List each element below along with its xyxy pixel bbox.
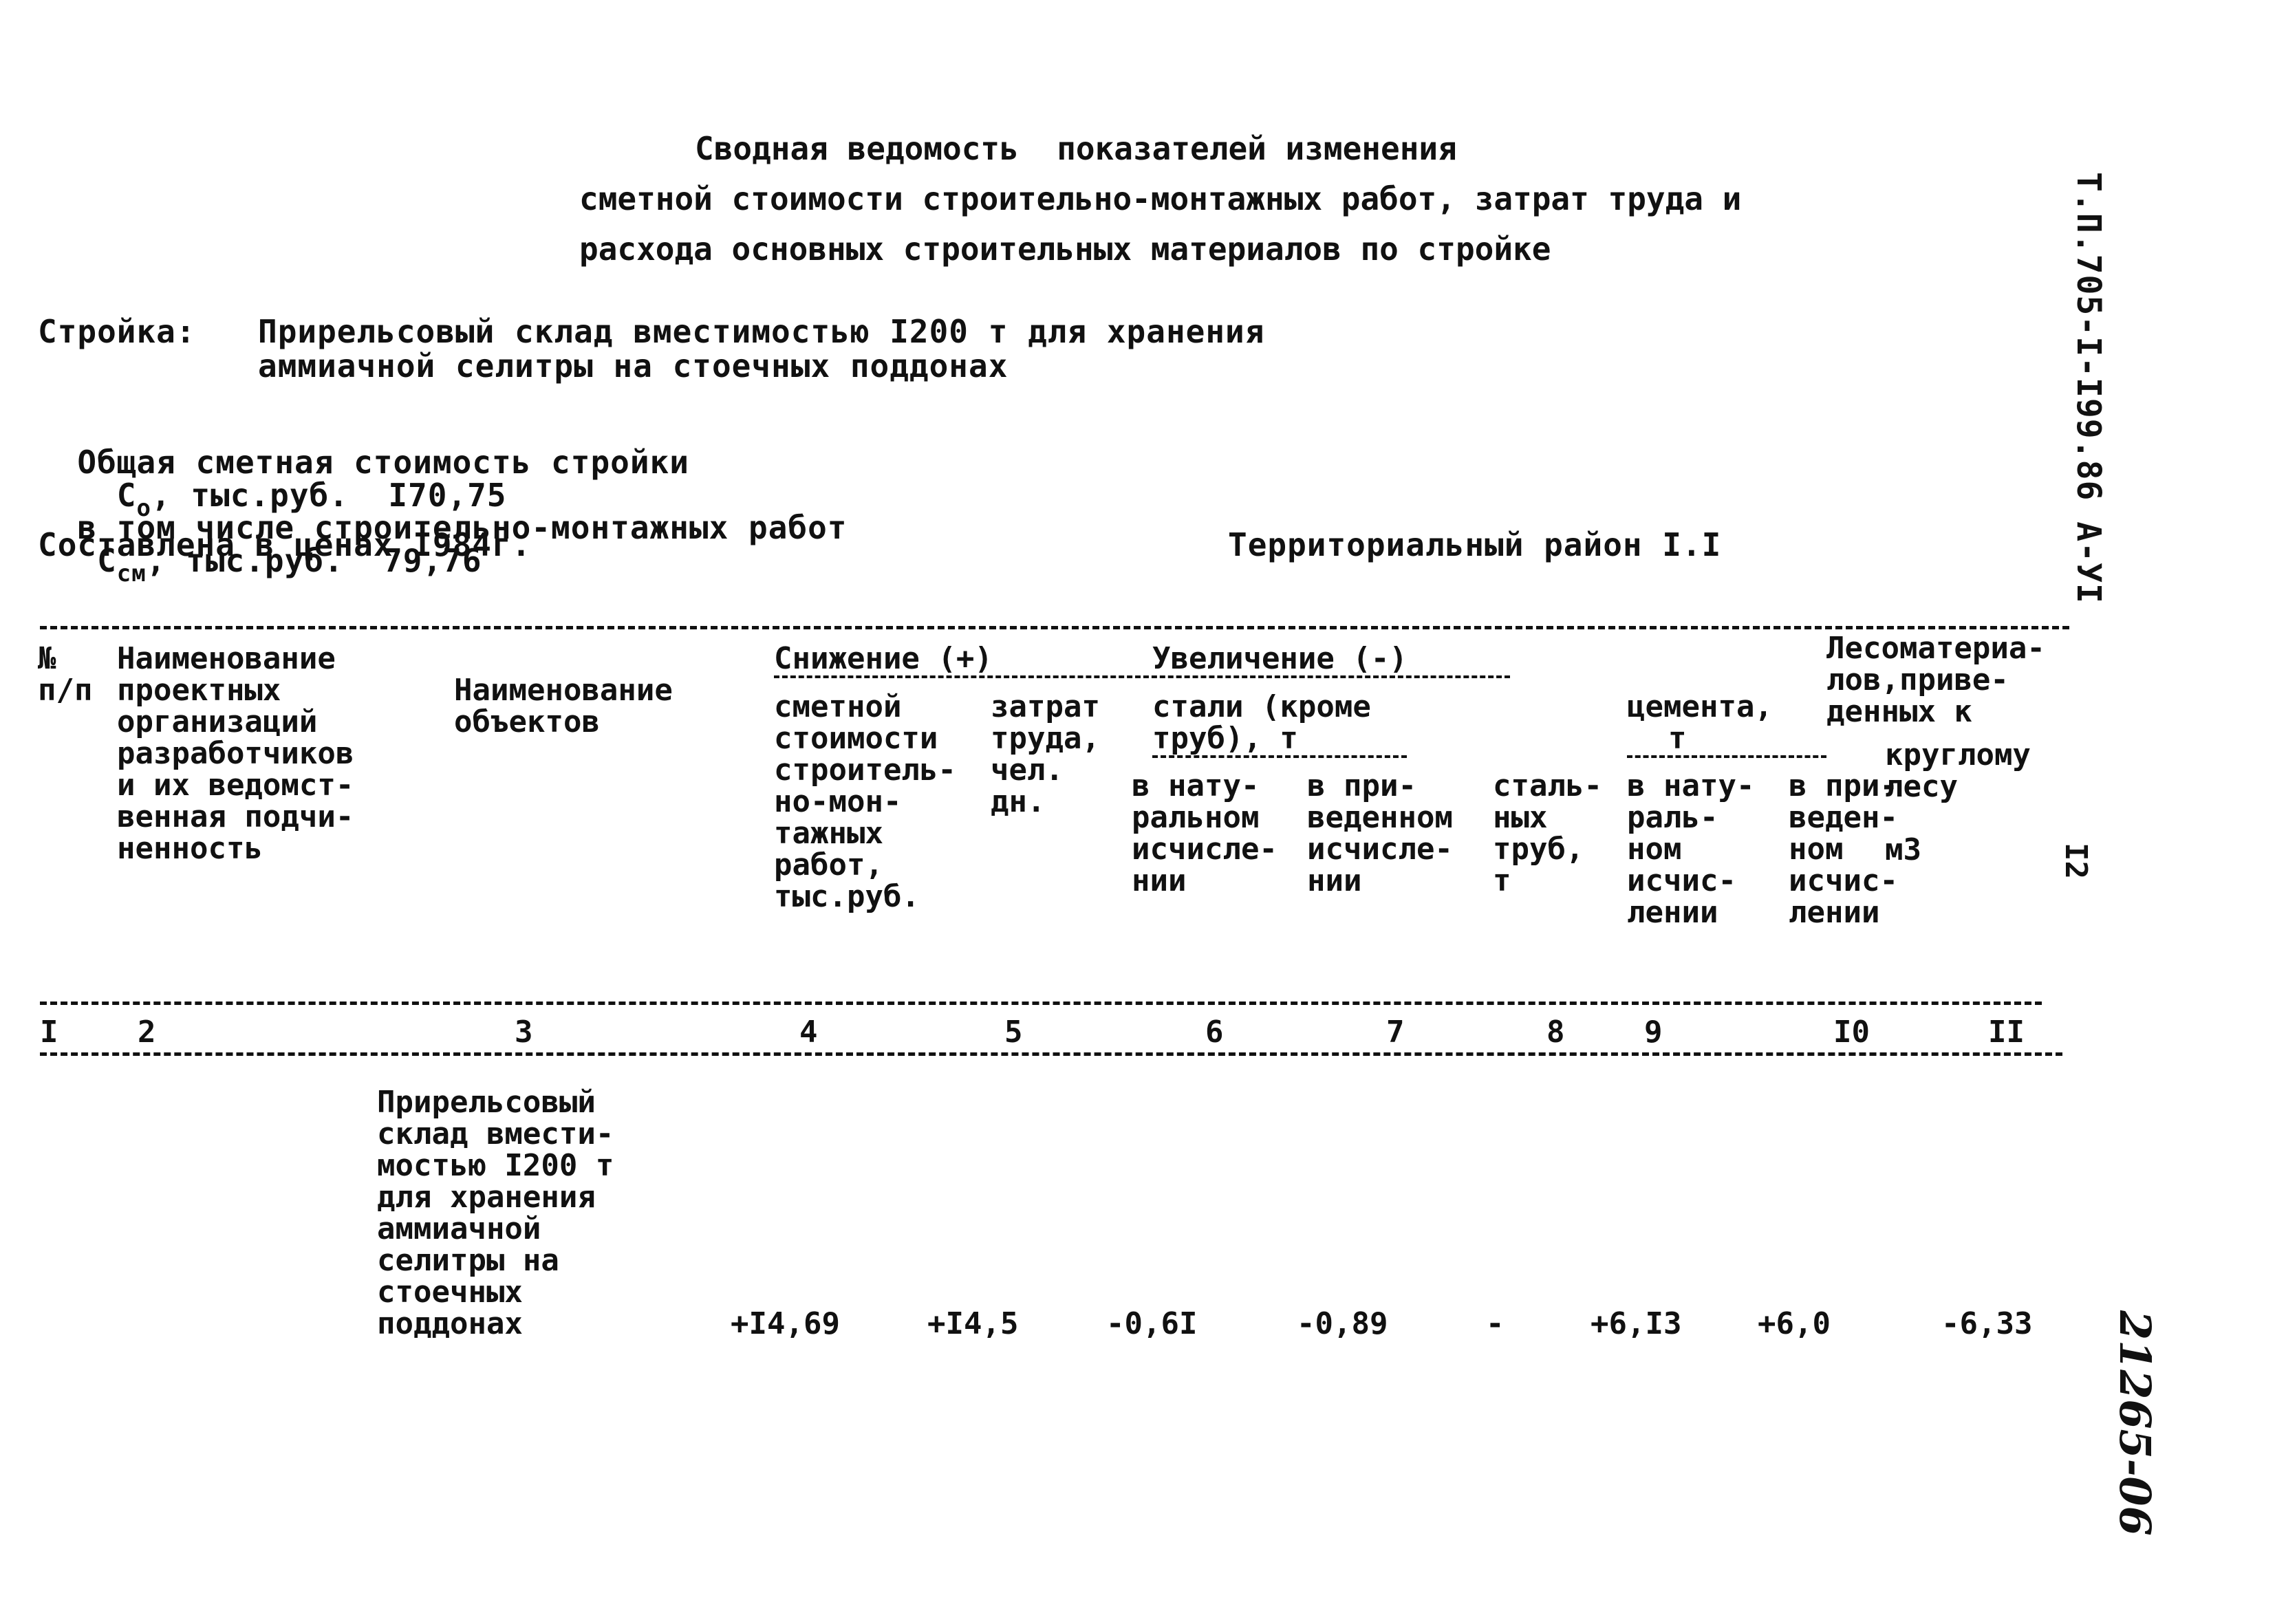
col-header-6: в нату- ральном исчисле- нии xyxy=(1132,768,1277,898)
col-num-6: 6 xyxy=(1205,1015,1224,1050)
col-header-4: сметной стоимости строитель- но-мон- таж… xyxy=(774,689,956,914)
col-header-5: затрат труда, чел. дн. xyxy=(991,689,1100,819)
row-col11-value: -6,33 xyxy=(1941,1306,2033,1341)
page-number: I2 xyxy=(2058,843,2093,879)
col-num-7: 7 xyxy=(1386,1015,1405,1050)
total-cost-label: Общая сметная стоимость стройки xyxy=(77,444,689,481)
column-numbers-bottom-rule xyxy=(40,1052,2062,1056)
col-num-9: 9 xyxy=(1644,1015,1663,1050)
col-header-10: в при- веден- ном исчис- лении xyxy=(1789,768,1898,930)
cement-group-header-line-2: т xyxy=(1668,721,1687,756)
col-num-11: II xyxy=(1988,1015,2025,1050)
col-header-3: Наименование объектов xyxy=(454,673,673,739)
project-name-line-2: аммиачной селитры на стоечных поддонах xyxy=(258,347,1009,385)
column-numbers-top-rule xyxy=(40,1002,2042,1005)
handwritten-archive-code: 21265-06 xyxy=(2110,1310,2160,1536)
col-header-7: в при- веденном исчисле- нии xyxy=(1307,768,1453,898)
title-line-1: Сводная ведомость показателей изменения xyxy=(695,130,1457,167)
row-col5-value: +I4,5 xyxy=(927,1306,1019,1341)
col-num-3: 3 xyxy=(515,1015,533,1050)
row-object-name: Прирельсовый склад вмести- мостью I200 т… xyxy=(377,1085,614,1341)
row-col8-value: - xyxy=(1486,1306,1505,1341)
document-code: Т.П.705-I-I99.86 А-УI xyxy=(2069,172,2108,604)
project-label: Стройка: xyxy=(38,313,196,350)
table-top-rule xyxy=(40,626,2069,629)
smr-cost-symbol-sub: см xyxy=(116,560,147,587)
col-num-10: I0 xyxy=(1833,1015,1870,1050)
region-label: Территориальный район I.I xyxy=(1228,526,1722,563)
steel-group-underline xyxy=(1152,755,1407,758)
col-num-8: 8 xyxy=(1546,1015,1565,1050)
steel-group-header-line-1: стали (кроме xyxy=(1152,689,1371,724)
col-header-1: № п/п xyxy=(38,641,93,708)
prices-label: Составлена в ценах I984г. xyxy=(38,526,532,563)
title-line-2: сметной стоимости строительно-монтажных … xyxy=(579,180,1742,217)
col-header-11: круглому лесу м3 xyxy=(1885,737,2031,867)
col-num-4: 4 xyxy=(799,1015,818,1050)
col-header-9: в нату- раль- ном исчис- лении xyxy=(1627,768,1755,930)
col-header-2: Наименование проектных организаций разра… xyxy=(117,641,354,866)
group-header-decrease: Снижение (+) xyxy=(774,641,993,676)
row-col7-value: -0,89 xyxy=(1297,1306,1388,1341)
col-header-8: сталь- ных труб, т xyxy=(1493,768,1602,898)
row-col6-value: -0,6I xyxy=(1106,1306,1198,1341)
row-col9-value: +6,I3 xyxy=(1591,1306,1682,1341)
project-name-line-1: Прирельсовый склад вместимостью I200 т д… xyxy=(258,313,1265,350)
col-num-1: I xyxy=(40,1015,58,1050)
title-line-3: расхода основных строительных материалов… xyxy=(579,230,1551,268)
timber-group-header: Лесоматериа- лов,приве- денных к xyxy=(1826,631,2045,729)
cement-group-header-line-1: цемента, xyxy=(1627,689,1773,724)
group-header-underline xyxy=(774,675,1510,678)
col-num-5: 5 xyxy=(1004,1015,1023,1050)
row-col4-value: +I4,69 xyxy=(731,1306,840,1341)
cement-group-underline xyxy=(1627,755,1826,758)
row-col10-value: +6,0 xyxy=(1758,1306,1831,1341)
steel-group-header-line-2: труб), т xyxy=(1152,721,1298,756)
group-header-increase: Увеличение (-) xyxy=(1152,641,1408,676)
col-num-2: 2 xyxy=(138,1015,156,1050)
